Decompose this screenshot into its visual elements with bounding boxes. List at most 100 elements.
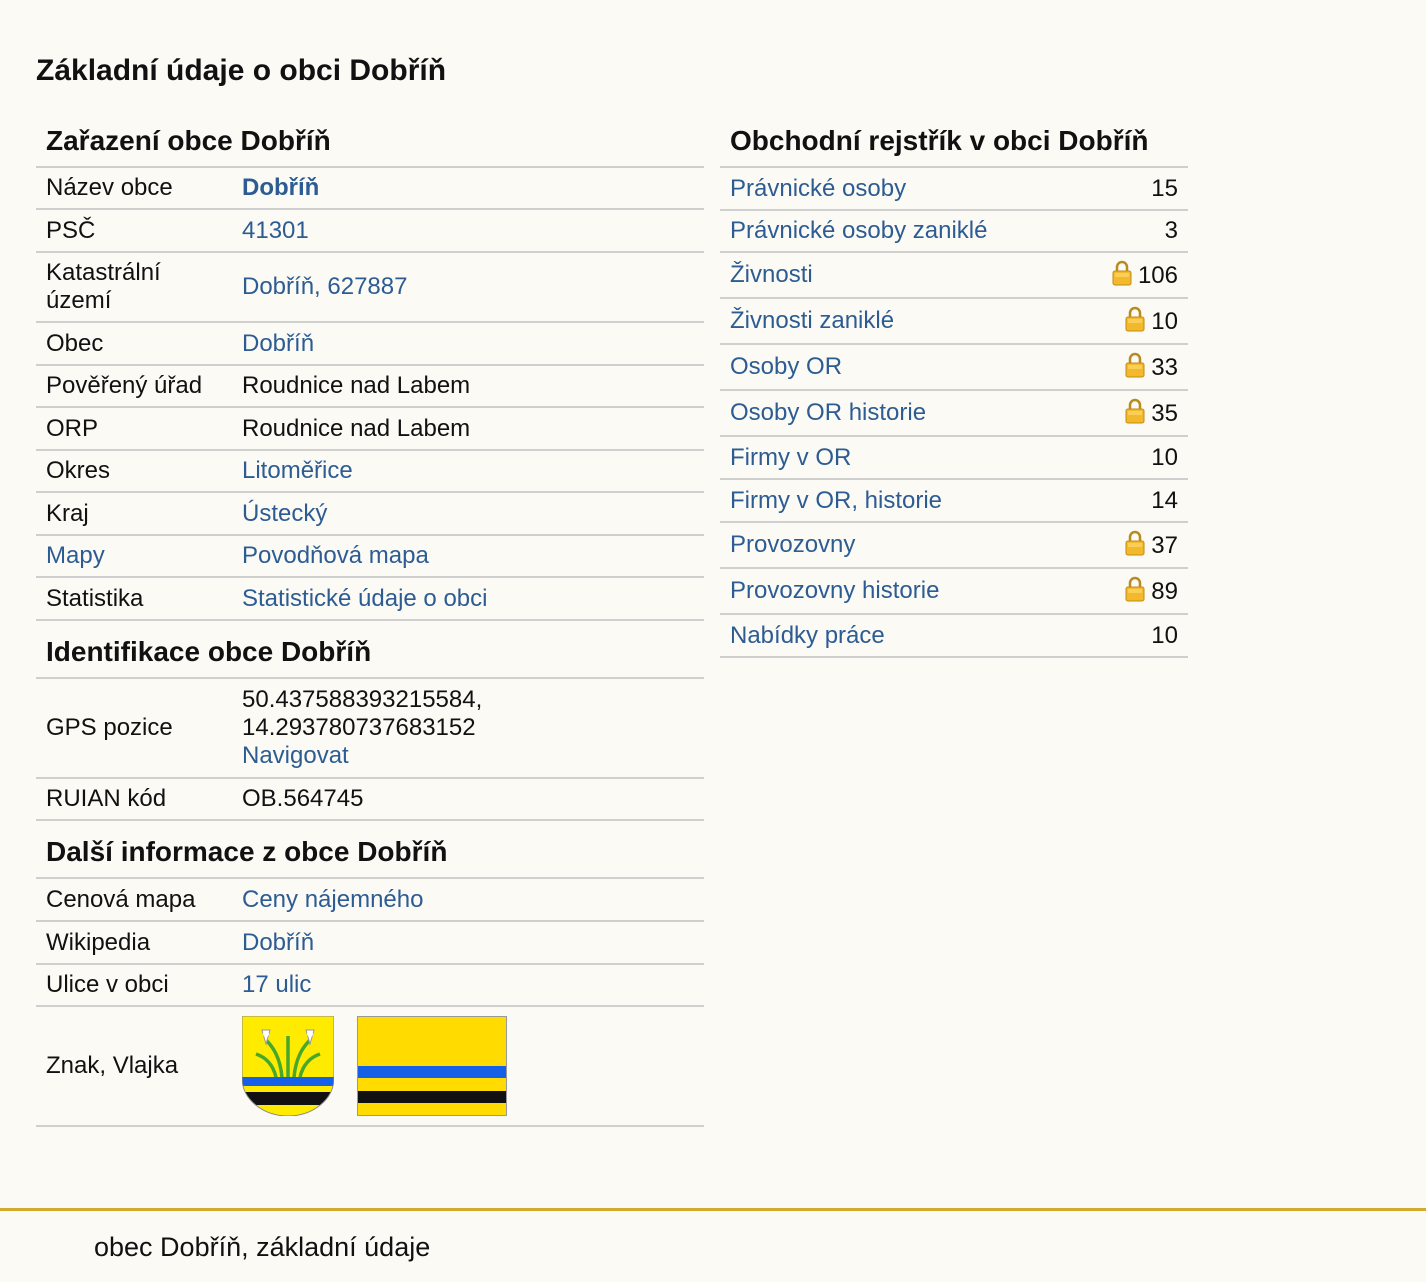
lock-icon — [1112, 260, 1132, 286]
zarazeni-heading: Zařazení obce Dobříň — [36, 110, 704, 168]
rejstrik-link[interactable]: Provozovny — [720, 522, 1078, 569]
rejstrik-heading: Obchodní rejstřík v obci Dobříň — [720, 110, 1188, 168]
psc-link[interactable]: 41301 — [232, 209, 704, 253]
row-label: RUIAN kód — [36, 778, 232, 821]
table-row: Wikipedia Dobříň — [36, 921, 704, 965]
row-label: Ulice v obci — [36, 964, 232, 1007]
povereny-urad-value: Roudnice nad Labem — [232, 365, 704, 408]
table-row: RUIAN kód OB.564745 — [36, 778, 704, 821]
coat-of-arms-icon[interactable] — [241, 1015, 335, 1117]
flag-icon[interactable] — [356, 1016, 507, 1116]
gps-value: 50.437588393215584, 14.293780737683152 N… — [232, 679, 704, 779]
rejstrik-count: 35 — [1151, 400, 1178, 427]
okres-link[interactable]: Litoměřice — [232, 450, 704, 493]
page-title: Základní údaje o obci Dobříň — [36, 54, 447, 87]
mapy-link[interactable]: Mapy — [36, 535, 232, 578]
table-row: Provozovny historie 89 — [720, 568, 1188, 615]
rejstrik-count-cell: 89 — [1077, 568, 1188, 615]
dalsi-heading: Další informace z obce Dobříň — [36, 821, 704, 879]
right-column: Obchodní rejstřík v obci Dobříň Právnick… — [720, 110, 1188, 658]
dalsi-table: Cenová mapa Ceny nájemného Wikipedia Dob… — [36, 879, 704, 1127]
rejstrik-link[interactable]: Osoby OR — [720, 344, 1078, 391]
table-row: Firmy v OR, historie 14 — [720, 479, 1188, 523]
table-row: Mapy Povodňová mapa — [36, 535, 704, 578]
kraj-link[interactable]: Ústecký — [232, 492, 704, 536]
table-row: Osoby OR 33 — [720, 344, 1188, 391]
ruian-value: OB.564745 — [232, 778, 704, 821]
rejstrik-count-cell: 106 — [1077, 252, 1188, 299]
emblem-cell — [232, 1006, 704, 1127]
table-row: Znak, Vlajka — [36, 1006, 704, 1127]
obec-link[interactable]: Dobříň — [232, 322, 704, 366]
lock-icon — [1125, 576, 1145, 602]
row-label: Název obce — [36, 168, 232, 210]
rejstrik-link[interactable]: Nabídky práce — [720, 614, 1078, 658]
katastr-link[interactable]: Dobříň, 627887 — [232, 252, 704, 323]
table-row: Právnické osoby zaniklé 3 — [720, 210, 1188, 253]
rejstrik-link[interactable]: Provozovny historie — [720, 568, 1078, 615]
row-label: Katastrální území — [36, 252, 232, 323]
table-row: Provozovny 37 — [720, 522, 1188, 569]
rejstrik-link[interactable]: Osoby OR historie — [720, 390, 1078, 437]
statistika-link[interactable]: Statistické údaje o obci — [232, 577, 704, 621]
rejstrik-count-cell: 14 — [1077, 479, 1188, 523]
row-label: Statistika — [36, 577, 232, 621]
row-label: Znak, Vlajka — [36, 1006, 232, 1127]
rejstrik-count-cell: 15 — [1077, 168, 1188, 211]
table-row: Obec Dobříň — [36, 322, 704, 366]
navigovat-link[interactable]: Navigovat — [242, 742, 694, 770]
table-row: Kraj Ústecký — [36, 492, 704, 536]
table-row: PSČ 41301 — [36, 209, 704, 253]
rejstrik-count-cell: 10 — [1077, 298, 1188, 345]
lock-icon — [1125, 530, 1145, 556]
rejstrik-count: 10 — [1151, 621, 1178, 649]
rejstrik-count: 14 — [1151, 486, 1178, 514]
zarazeni-table: Název obce Dobříň PSČ 41301 Katastrální … — [36, 168, 704, 621]
wikipedia-link[interactable]: Dobříň — [232, 921, 704, 965]
rejstrik-count: 3 — [1164, 217, 1178, 244]
rejstrik-count: 33 — [1151, 354, 1178, 381]
rejstrik-link[interactable]: Živnosti — [720, 252, 1078, 299]
row-label: Pověřený úřad — [36, 365, 232, 408]
row-label: ORP — [36, 407, 232, 451]
table-row: Nabídky práce 10 — [720, 614, 1188, 658]
orp-value: Roudnice nad Labem — [232, 407, 704, 451]
row-label: Okres — [36, 450, 232, 493]
table-row: Statistika Statistické údaje o obci — [36, 577, 704, 621]
rejstrik-link[interactable]: Právnické osoby — [720, 168, 1078, 211]
footer-divider — [0, 1208, 1426, 1211]
table-row: Název obce Dobříň — [36, 168, 704, 210]
rejstrik-count: 10 — [1151, 308, 1178, 335]
rejstrik-count: 15 — [1151, 174, 1178, 202]
table-row: Katastrální území Dobříň, 627887 — [36, 252, 704, 323]
rejstrik-link[interactable]: Živnosti zaniklé — [720, 298, 1078, 345]
rejstrik-count: 106 — [1137, 262, 1178, 289]
rejstrik-count-cell: 10 — [1077, 614, 1188, 658]
row-label: Kraj — [36, 492, 232, 536]
rejstrik-count-cell: 3 — [1077, 210, 1188, 253]
table-row: Ulice v obci 17 ulic — [36, 964, 704, 1007]
rejstrik-link[interactable]: Právnické osoby zaniklé — [720, 210, 1078, 253]
ulice-link[interactable]: 17 ulic — [232, 964, 704, 1007]
table-row: Firmy v OR 10 — [720, 436, 1188, 480]
rejstrik-link[interactable]: Firmy v OR — [720, 436, 1078, 480]
obec-name-link[interactable]: Dobříň — [232, 168, 704, 210]
table-row: Okres Litoměřice — [36, 450, 704, 493]
lock-icon — [1125, 306, 1145, 332]
rejstrik-count-cell: 37 — [1077, 522, 1188, 569]
row-label: Cenová mapa — [36, 879, 232, 922]
identifikace-heading: Identifikace obce Dobříň — [36, 621, 704, 679]
rejstrik-link[interactable]: Firmy v OR, historie — [720, 479, 1078, 523]
ceny-najemneho-link[interactable]: Ceny nájemného — [232, 879, 704, 922]
row-label: GPS pozice — [36, 679, 232, 779]
povodnova-mapa-link[interactable]: Povodňová mapa — [232, 535, 704, 578]
row-label: PSČ — [36, 209, 232, 253]
row-label: Wikipedia — [36, 921, 232, 965]
gps-longitude: 14.293780737683152 — [242, 714, 476, 741]
lock-icon — [1125, 398, 1145, 424]
table-row: GPS pozice 50.437588393215584, 14.293780… — [36, 679, 704, 779]
rejstrik-count-cell: 35 — [1077, 390, 1188, 437]
table-row: Cenová mapa Ceny nájemného — [36, 879, 704, 922]
table-row: Živnosti zaniklé 10 — [720, 298, 1188, 345]
rejstrik-count-cell: 33 — [1077, 344, 1188, 391]
